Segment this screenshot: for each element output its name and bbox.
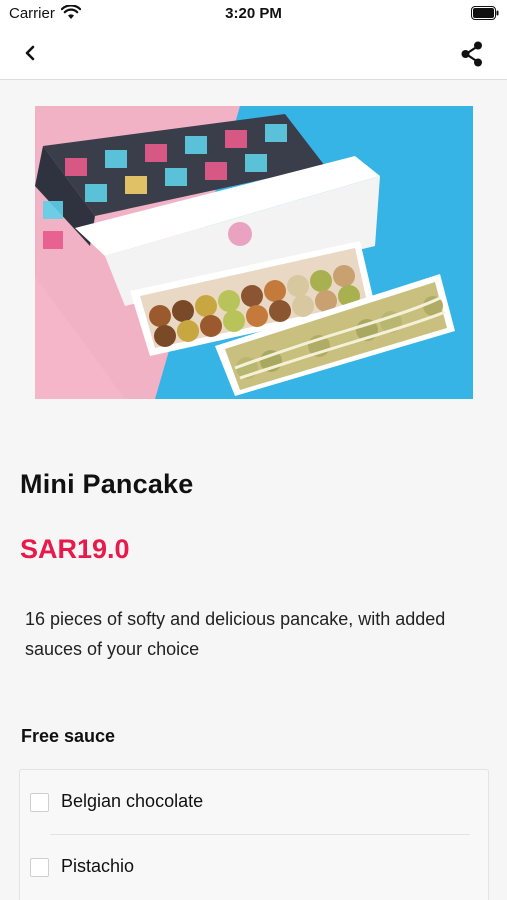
- status-bar: Carrier 3:20 PM: [0, 0, 507, 28]
- option-label: Pistachio: [61, 856, 135, 876]
- product-title: Mini Pancake: [20, 469, 194, 499]
- checkbox[interactable]: [30, 793, 49, 812]
- share-icon: [461, 41, 482, 67]
- back-button[interactable]: [14, 37, 46, 69]
- status-time: 3:20 PM: [225, 5, 282, 22]
- free-sauce-section-title: Free sauce: [21, 726, 116, 746]
- option-pistachio[interactable]: Pistachio: [20, 835, 490, 899]
- battery-icon: [471, 6, 499, 25]
- checkbox[interactable]: [30, 858, 49, 877]
- product-image: [35, 106, 473, 399]
- share-button[interactable]: [455, 37, 489, 71]
- option-label: Belgian chocolate: [61, 791, 204, 811]
- sauce-options-list: Belgian chocolate Pistachio: [19, 769, 489, 900]
- chevron-left-icon: [25, 45, 35, 61]
- product-description: 16 pieces of softy and delicious pancake…: [25, 609, 446, 659]
- option-belgian-chocolate[interactable]: Belgian chocolate: [20, 770, 490, 834]
- navigation-bar: [0, 28, 507, 80]
- product-price: SAR19.0: [20, 534, 130, 564]
